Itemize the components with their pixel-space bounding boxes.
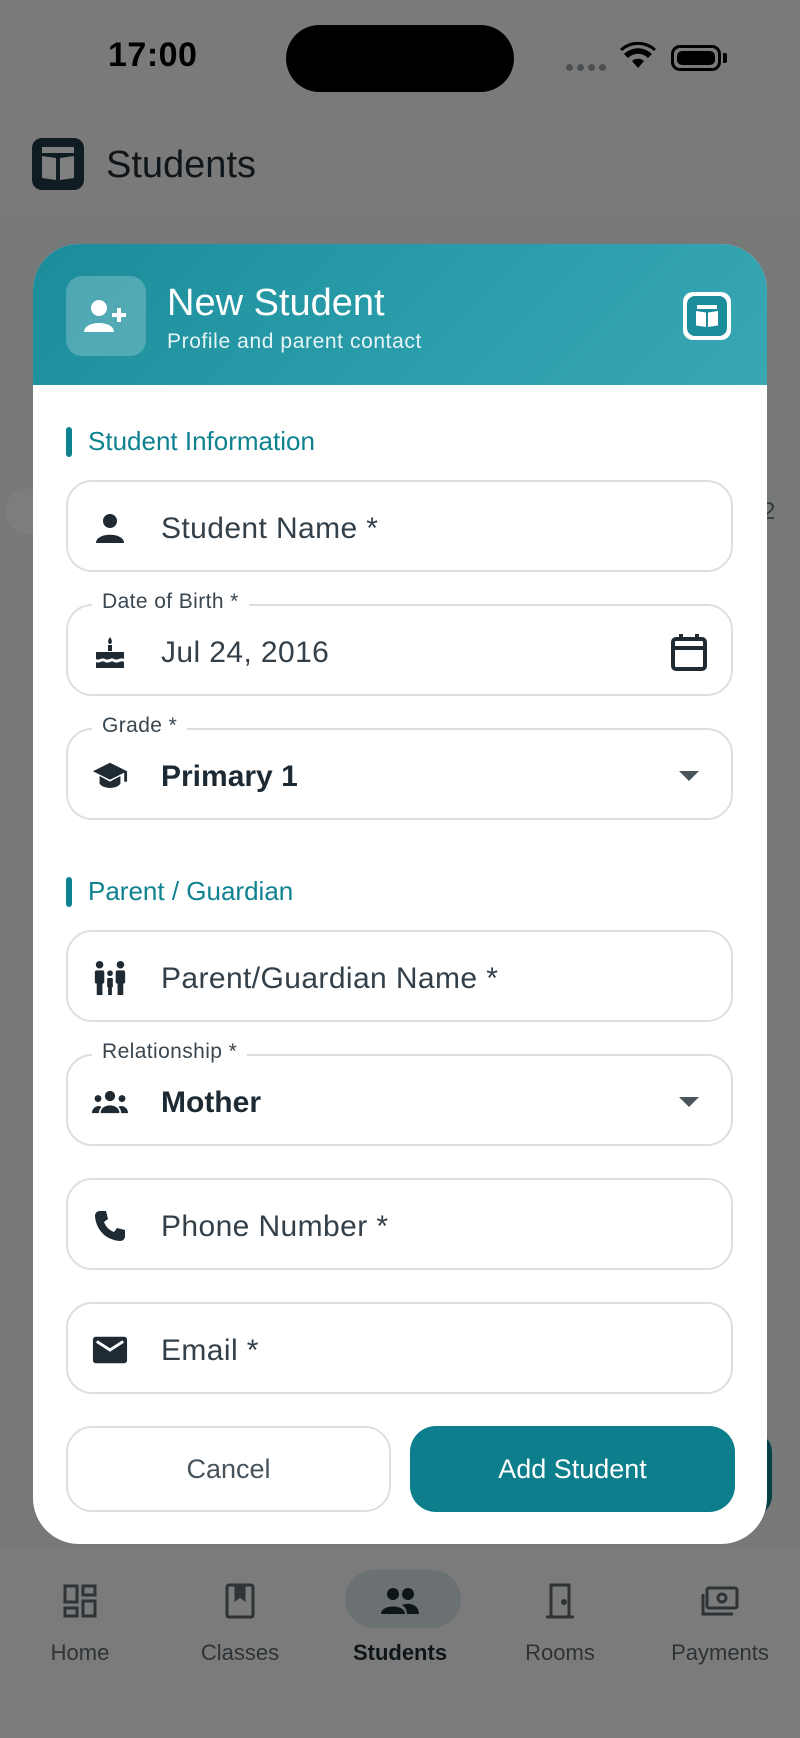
phone-number-placeholder: Phone Number * xyxy=(161,1210,389,1243)
family-icon xyxy=(92,960,128,996)
date-of-birth-label: Date of Birth * xyxy=(92,590,249,614)
person-icon xyxy=(92,510,128,546)
email-placeholder: Email * xyxy=(161,1334,259,1367)
email-field[interactable]: Email * xyxy=(66,1302,733,1394)
dialog-title: New Student xyxy=(167,282,385,324)
grade-label: Grade * xyxy=(92,714,188,738)
cake-icon xyxy=(92,634,128,670)
person-add-icon xyxy=(66,276,146,356)
cancel-button[interactable]: Cancel xyxy=(66,1426,391,1512)
add-student-button[interactable]: Add Student xyxy=(410,1426,735,1512)
section-title: Parent / Guardian xyxy=(88,876,294,906)
relationship-value: Mother xyxy=(161,1086,261,1119)
section-title: Student Information xyxy=(88,426,315,456)
relationship-select[interactable]: Relationship * Mother xyxy=(66,1040,733,1146)
date-of-birth-value: Jul 24, 2016 xyxy=(161,636,330,669)
phone-number-field[interactable]: Phone Number * xyxy=(66,1178,733,1270)
dialog-subtitle: Profile and parent contact xyxy=(167,330,422,353)
grade-value: Primary 1 xyxy=(161,760,298,793)
student-name-field[interactable]: Student Name * xyxy=(66,480,733,572)
parent-guardian-name-placeholder: Parent/Guardian Name * xyxy=(161,962,499,995)
date-of-birth-field[interactable]: Date of Birth * Jul 24, 2016 xyxy=(66,590,733,696)
section-accent-bar xyxy=(66,426,72,457)
grade-select[interactable]: Grade * Primary 1 xyxy=(66,714,733,820)
section-student-information: Student Information xyxy=(66,426,315,457)
chevron-down-icon xyxy=(669,1082,709,1122)
chevron-down-icon xyxy=(669,756,709,796)
section-parent-guardian: Parent / Guardian xyxy=(66,876,293,907)
new-student-dialog: New Student Profile and parent contact S… xyxy=(33,244,767,1544)
app-logo-icon xyxy=(683,292,731,340)
relationship-label: Relationship * xyxy=(92,1040,248,1064)
phone-icon xyxy=(92,1208,128,1244)
school-icon xyxy=(92,758,128,794)
calendar-icon[interactable] xyxy=(669,632,709,672)
mail-icon xyxy=(92,1332,128,1368)
parent-guardian-name-field[interactable]: Parent/Guardian Name * xyxy=(66,930,733,1022)
dialog-header: New Student Profile and parent contact xyxy=(33,244,767,385)
groups-icon xyxy=(92,1084,128,1120)
section-accent-bar xyxy=(66,876,72,907)
student-name-placeholder: Student Name * xyxy=(161,512,379,545)
